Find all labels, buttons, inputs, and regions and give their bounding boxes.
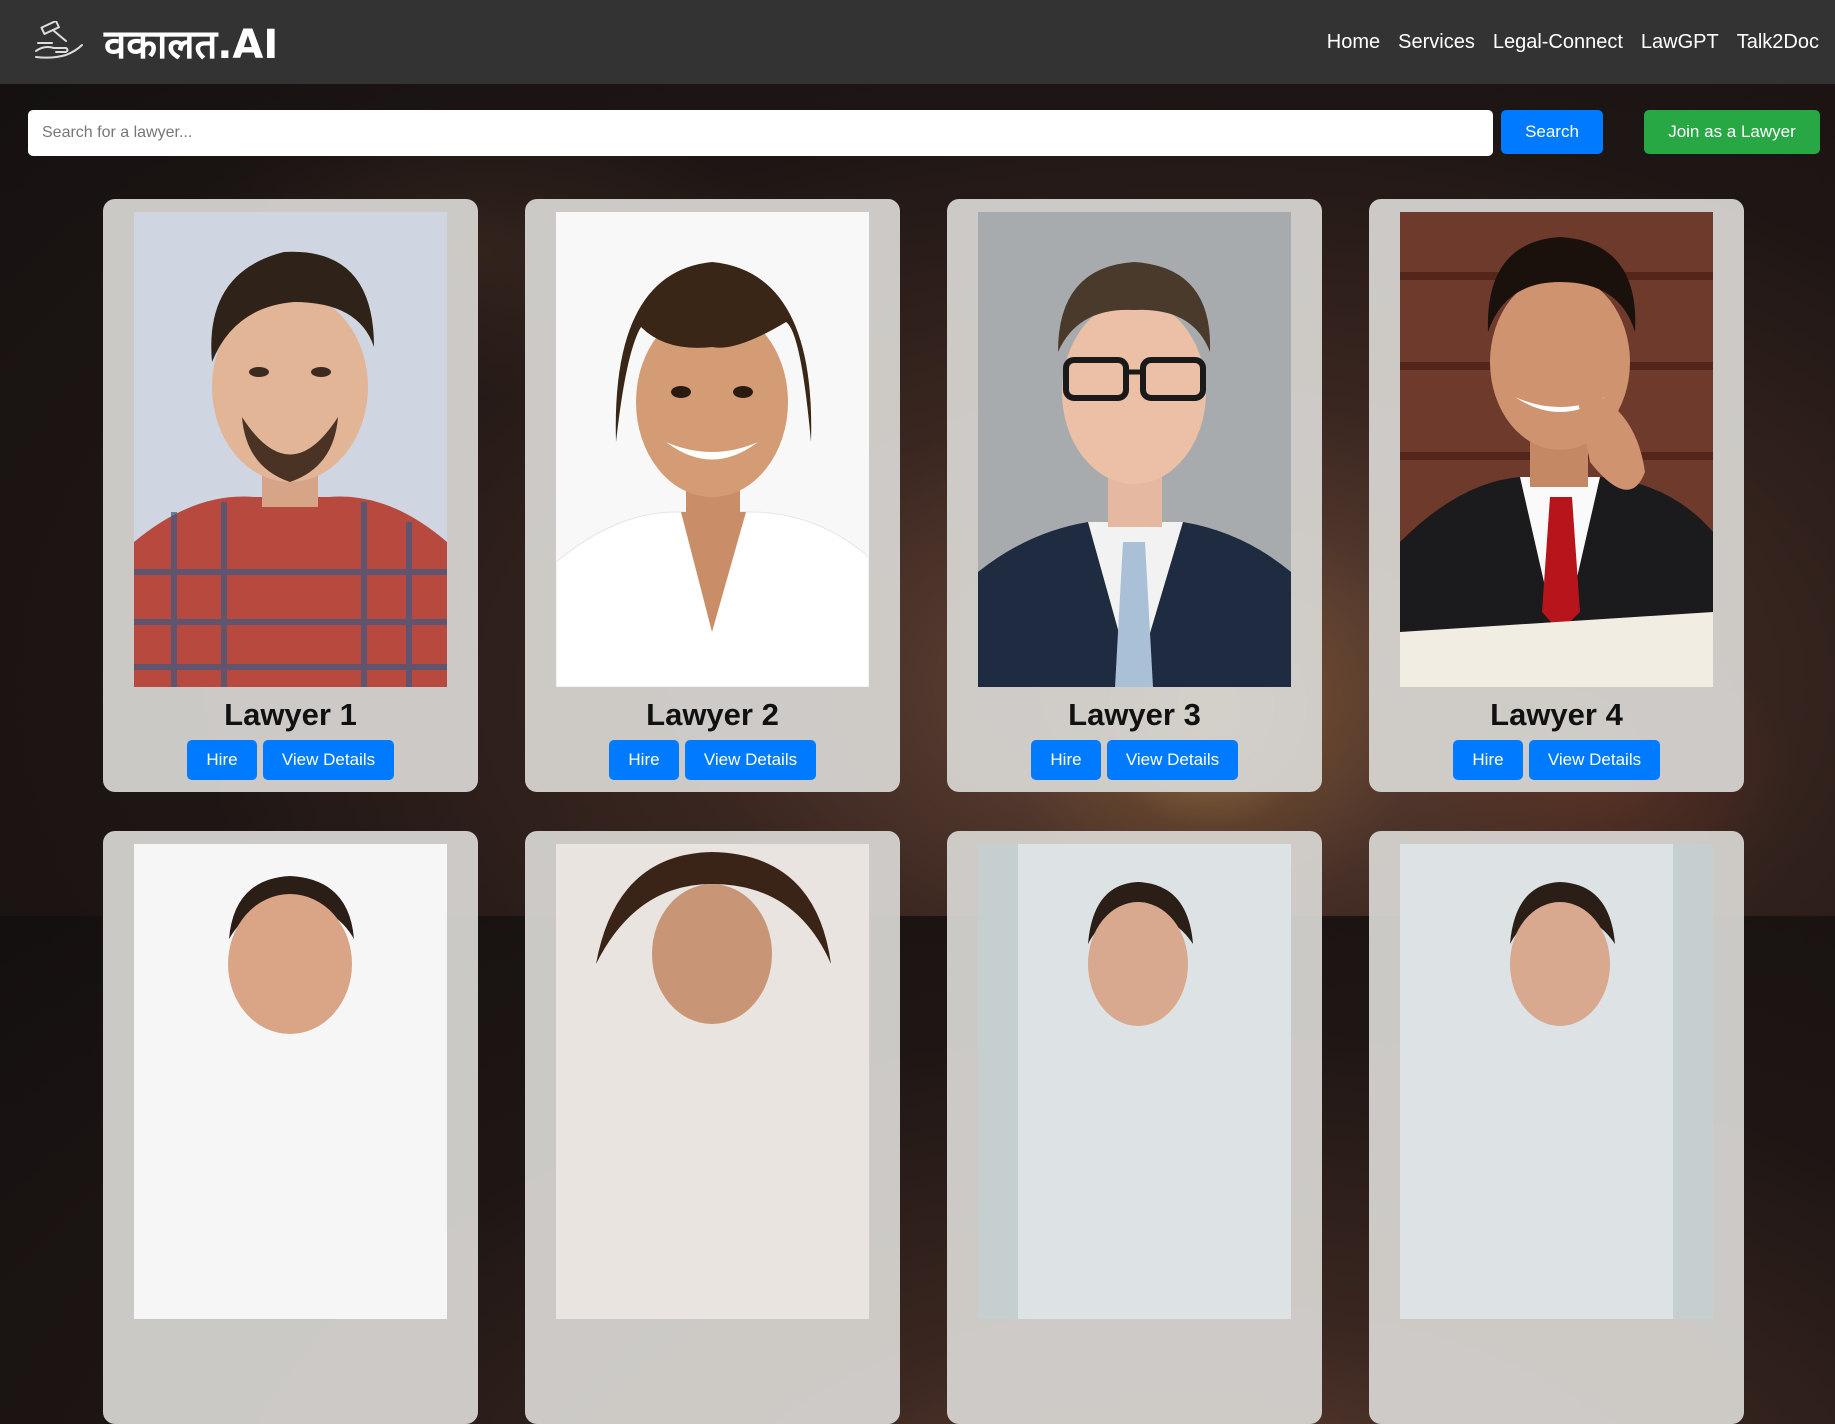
lawyer-card: Lawyer 4 Hire View Details <box>1369 199 1744 792</box>
view-details-button[interactable]: View Details <box>263 740 394 780</box>
card-actions: Hire View Details <box>947 740 1322 780</box>
lawyer-photo[interactable] <box>1400 212 1713 687</box>
hire-button[interactable]: Hire <box>609 740 679 780</box>
lawyer-card <box>1369 831 1744 1424</box>
lawyer-photo[interactable] <box>556 212 869 687</box>
lawyer-photo[interactable] <box>978 844 1291 1319</box>
lawyer-name: Lawyer 4 <box>1490 697 1623 732</box>
brand-name: वकालत.AI <box>104 21 279 68</box>
lawyer-card <box>947 831 1322 1424</box>
view-details-button[interactable]: View Details <box>1107 740 1238 780</box>
search-input[interactable] <box>28 110 1493 156</box>
lawyer-card: Lawyer 1 Hire View Details <box>103 199 478 792</box>
navbar: वकालत.AI Home Services Legal-Connect Law… <box>0 0 1835 84</box>
view-details-button[interactable]: View Details <box>685 740 816 780</box>
hire-button[interactable]: Hire <box>1453 740 1523 780</box>
main-nav: Home Services Legal-Connect LawGPT Talk2… <box>1327 31 1819 54</box>
lawyer-photo[interactable] <box>134 212 447 687</box>
gavel-hand-icon <box>35 21 83 59</box>
nav-lawgpt[interactable]: LawGPT <box>1641 31 1719 54</box>
nav-services[interactable]: Services <box>1398 31 1475 54</box>
lawyer-card <box>103 831 478 1424</box>
lawyer-photo[interactable] <box>556 844 869 1319</box>
lawyer-photo[interactable] <box>978 212 1291 687</box>
lawyer-card: Lawyer 2 Hire View Details <box>525 199 900 792</box>
lawyer-name: Lawyer 2 <box>646 697 779 732</box>
hire-button[interactable]: Hire <box>187 740 257 780</box>
join-as-lawyer-button[interactable]: Join as a Lawyer <box>1644 110 1820 154</box>
view-details-button[interactable]: View Details <box>1529 740 1660 780</box>
lawyer-name: Lawyer 1 <box>224 697 357 732</box>
card-actions: Hire View Details <box>103 740 478 780</box>
card-actions: Hire View Details <box>525 740 900 780</box>
lawyer-name: Lawyer 3 <box>1068 697 1201 732</box>
nav-legal-connect[interactable]: Legal-Connect <box>1493 31 1623 54</box>
brand[interactable]: वकालत.AI <box>32 15 278 70</box>
hire-button[interactable]: Hire <box>1031 740 1101 780</box>
nav-talk2doc[interactable]: Talk2Doc <box>1737 31 1819 54</box>
nav-home[interactable]: Home <box>1327 31 1380 54</box>
lawyer-photo[interactable] <box>1400 844 1713 1319</box>
lawyer-card <box>525 831 900 1424</box>
search-bar: Search Join as a Lawyer <box>28 110 1820 156</box>
lawyer-card: Lawyer 3 Hire View Details <box>947 199 1322 792</box>
lawyer-photo[interactable] <box>134 844 447 1319</box>
search-button[interactable]: Search <box>1501 110 1603 154</box>
card-actions: Hire View Details <box>1369 740 1744 780</box>
